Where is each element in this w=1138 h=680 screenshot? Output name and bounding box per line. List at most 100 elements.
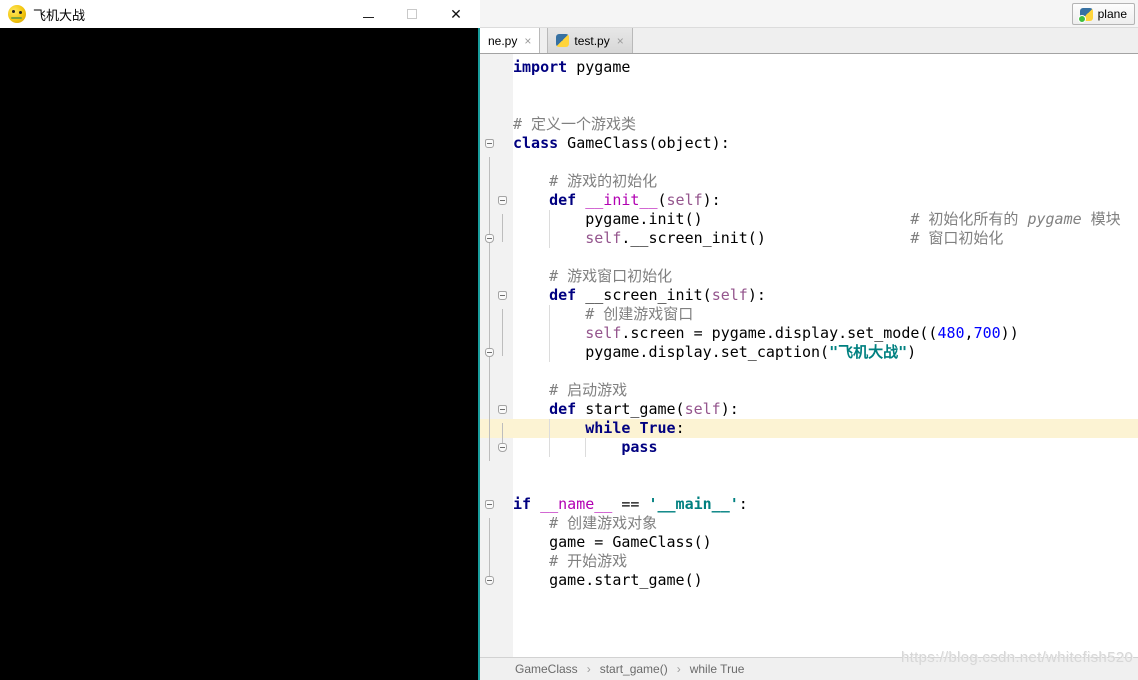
code-line[interactable]: self.screen = pygame.display.set_mode((4… [480,324,1138,343]
maximize-button[interactable] [390,0,434,28]
code-line[interactable] [480,248,1138,267]
tab-plane-py[interactable]: ne.py × [480,28,541,53]
code-line[interactable]: if __name__ == '__main__': [480,495,1138,514]
code-token: def [549,286,577,304]
breadcrumb-item-statement[interactable]: while True [690,662,745,676]
code-line[interactable] [480,77,1138,96]
code-line[interactable]: game = GameClass() [480,533,1138,552]
code-text[interactable]: class GameClass(object): [513,134,1138,153]
tab-close-icon[interactable]: × [524,35,531,47]
code-line[interactable]: while True: [480,419,1138,438]
code-token: __name__ [540,495,613,513]
code-text[interactable]: pygame.display.set_caption("飞机大战") [513,343,1138,362]
code-text[interactable]: # 开始游戏 [513,552,1138,571]
gutter-cell [480,476,513,495]
code-text[interactable]: # 游戏的初始化 [513,172,1138,191]
gutter-cell [480,191,513,210]
code-line[interactable]: def start_game(self): [480,400,1138,419]
code-text[interactable] [513,362,1138,381]
code-line[interactable]: class GameClass(object): [480,134,1138,153]
fold-end-icon[interactable] [485,576,494,585]
tab-test-py[interactable]: test.py × [547,28,633,53]
code-line[interactable]: # 定义一个游戏类 [480,115,1138,134]
code-token: '__main__' [648,495,739,513]
code-line[interactable] [480,476,1138,495]
code-text[interactable] [513,248,1138,267]
code-text[interactable]: def __init__(self): [513,191,1138,210]
code-line[interactable]: # 启动游戏 [480,381,1138,400]
code-text[interactable]: self.__screen_init() # 窗口初始化 [513,229,1138,248]
code-token: .__screen_init() [621,229,766,247]
gutter-cell [480,153,513,172]
game-canvas[interactable] [0,28,478,680]
code-text[interactable]: # 游戏窗口初始化 [513,267,1138,286]
code-text[interactable]: # 创建游戏对象 [513,514,1138,533]
code-line[interactable]: pygame.init() # 初始化所有的 pygame 模块 [480,210,1138,229]
code-line[interactable]: # 游戏的初始化 [480,172,1138,191]
code-text[interactable] [513,77,1138,96]
code-text[interactable]: while True: [513,419,1138,438]
code-line[interactable] [480,362,1138,381]
indent-guide [549,343,551,362]
run-configuration-selector[interactable]: plane [1071,3,1135,25]
fold-collapse-icon[interactable] [498,196,507,205]
code-line[interactable] [480,457,1138,476]
fold-collapse-icon[interactable] [498,405,507,414]
code-text[interactable]: if __name__ == '__main__': [513,495,1138,514]
code-line[interactable]: # 开始游戏 [480,552,1138,571]
code-line[interactable]: def __init__(self): [480,191,1138,210]
tab-close-icon[interactable]: × [617,35,624,47]
code-token: # 启动游戏 [549,381,628,399]
code-text[interactable]: self.screen = pygame.display.set_mode((4… [513,324,1138,343]
fold-end-icon[interactable] [485,348,494,357]
code-text[interactable] [513,96,1138,115]
fold-collapse-icon[interactable] [498,291,507,300]
run-configuration-label: plane [1097,7,1127,21]
fold-end-icon[interactable] [485,234,494,243]
code-text[interactable]: # 创建游戏窗口 [513,305,1138,324]
code-text[interactable] [513,476,1138,495]
gutter-cell [480,362,513,381]
ide-toolbar: plane [480,0,1138,28]
code-text[interactable]: def __screen_init(self): [513,286,1138,305]
fold-end-icon[interactable] [498,443,507,452]
code-line[interactable]: def __screen_init(self): [480,286,1138,305]
code-text[interactable]: game = GameClass() [513,533,1138,552]
code-token: import [513,58,568,76]
code-text[interactable]: game.start_game() [513,571,1138,590]
code-text[interactable]: # 定义一个游戏类 [513,115,1138,134]
close-button[interactable]: ✕ [434,0,478,28]
code-text[interactable]: # 启动游戏 [513,381,1138,400]
code-line[interactable] [480,96,1138,115]
fold-collapse-icon[interactable] [485,500,494,509]
code-line[interactable]: pygame.display.set_caption("飞机大战") [480,343,1138,362]
gutter-cell [480,324,513,343]
minimize-button[interactable] [346,0,390,28]
code-text[interactable]: import pygame [513,58,1138,77]
code-text[interactable]: pass [513,438,1138,457]
breadcrumb-item-method[interactable]: start_game() [600,662,668,676]
fold-connector [502,214,503,242]
code-text[interactable]: pygame.init() # 初始化所有的 pygame 模块 [513,210,1138,229]
code-lines: import pygame # 定义一个游戏类 class GameClass(ob… [480,58,1138,590]
code-editor[interactable]: import pygame # 定义一个游戏类 class GameClass(ob… [480,54,1138,657]
code-line[interactable]: game.start_game() [480,571,1138,590]
code-line[interactable]: # 游戏窗口初始化 [480,267,1138,286]
fold-collapse-icon[interactable] [485,139,494,148]
code-line[interactable]: # 创建游戏对象 [480,514,1138,533]
code-line[interactable]: self.__screen_init() # 窗口初始化 [480,229,1138,248]
code-line[interactable]: # 创建游戏窗口 [480,305,1138,324]
pygame-titlebar[interactable]: 飞机大战 ✕ [0,0,478,28]
code-line[interactable]: import pygame [480,58,1138,77]
code-text[interactable] [513,153,1138,172]
code-text[interactable] [513,457,1138,476]
code-line[interactable]: pass [480,438,1138,457]
breadcrumb-item-class[interactable]: GameClass [515,662,578,676]
code-line[interactable] [480,153,1138,172]
code-text[interactable]: def start_game(self): [513,400,1138,419]
